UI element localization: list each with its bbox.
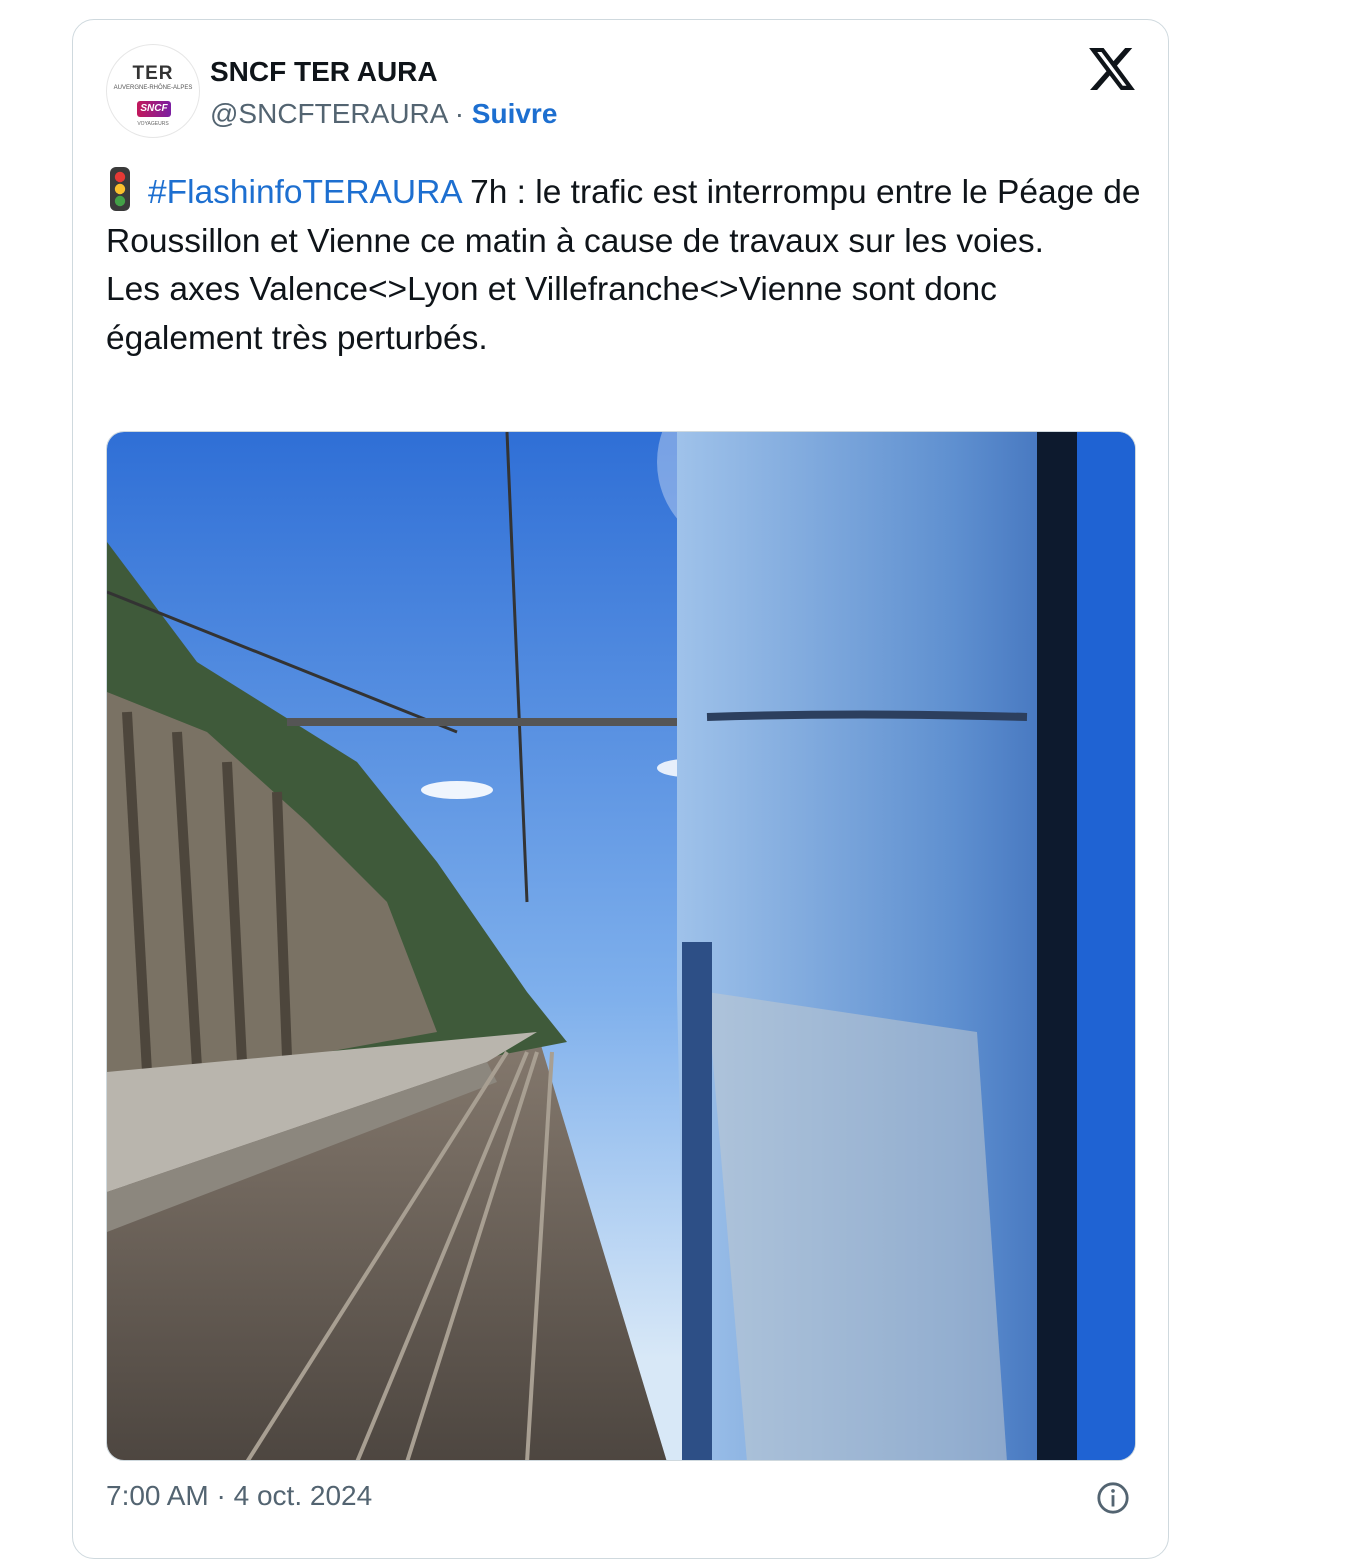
tweet-photo[interactable] [106,431,1136,1461]
avatar-region-text: AUVERGNE-RHÔNE-ALPES [113,85,193,91]
sncf-logo: SNCF [137,101,171,117]
tweet-text: #FlashinfoTERAURA 7h : le trafic est int… [106,167,1146,363]
x-logo-icon[interactable] [1089,48,1135,90]
follow-button[interactable]: Suivre [472,98,558,129]
account-name[interactable]: SNCF TER AURA [210,56,438,88]
info-icon[interactable] [1096,1481,1130,1515]
tweet-line2: Les axes Valence<>Lyon et Villefranche<>… [106,271,997,357]
railway-photo [107,432,1135,1460]
handle-row: @SNCFTERAURA · Suivre [210,98,557,130]
account-handle[interactable]: @SNCFTERAURA [210,98,447,129]
avatar[interactable]: TER AUVERGNE-RHÔNE-ALPES SNCF VOYAGEURS [106,44,200,138]
tweet-timestamp[interactable]: 7:00 AM · 4 oct. 2024 [106,1480,372,1512]
hashtag-link[interactable]: #FlashinfoTERAURA [148,174,461,211]
avatar-ter-text: TER [132,63,174,84]
avatar-voyageurs-text: VOYAGEURS [137,121,169,127]
separator: · [454,98,465,129]
traffic-light-icon [110,167,130,211]
